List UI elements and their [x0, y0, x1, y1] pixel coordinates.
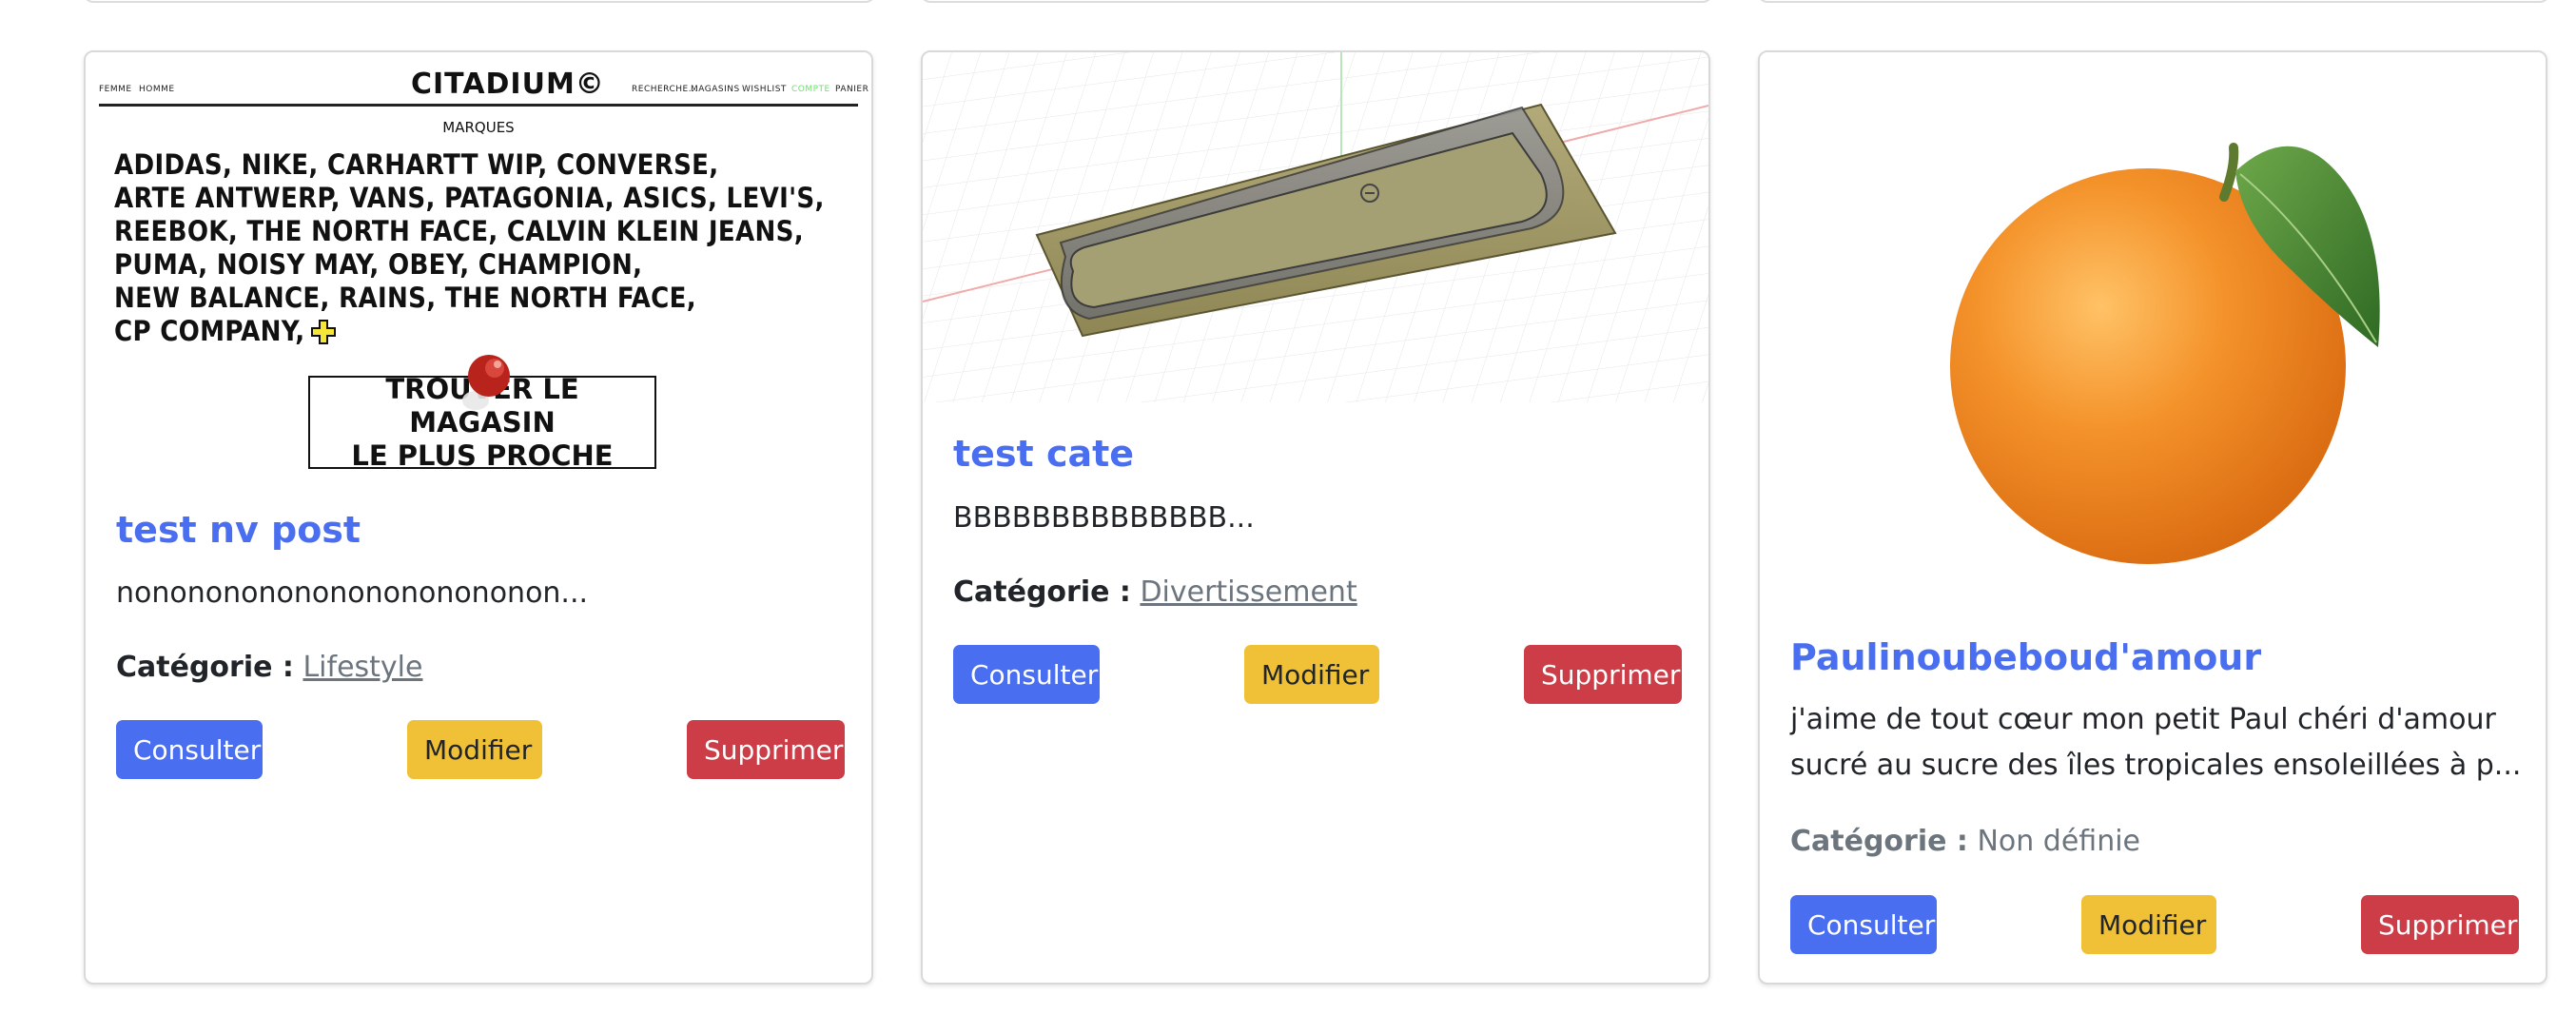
post-image-3 [1760, 52, 2546, 623]
excerpt-line-1: j'aime de tout cœur mon petit Paul chéri… [1790, 703, 2496, 736]
cta-line-2: LE PLUS PROCHE [351, 439, 614, 472]
previous-card-edge-1 [84, 0, 875, 3]
nav-compte: COMPTE [791, 85, 830, 94]
nav-homme: HOMME [139, 85, 175, 94]
modifier-button[interactable]: Modifier [2081, 895, 2216, 954]
post-title[interactable]: test nv post [116, 509, 361, 551]
plus-icon [311, 320, 336, 344]
nav-wishlist: WISHLIST [742, 85, 787, 94]
post-category: Catégorie : Lifestyle [116, 651, 422, 684]
post-excerpt: BBBBBBBBBBBBBB... [953, 501, 1255, 535]
post-card-2: test cate BBBBBBBBBBBBBB... Catégorie : … [921, 50, 1710, 985]
brand-line-1: ADIDAS, NIKE, CARHARTT WIP, CONVERSE, [114, 148, 719, 181]
category-link[interactable]: Lifestyle [302, 651, 422, 684]
consulter-button[interactable]: Consulter [116, 720, 263, 779]
supprimer-button[interactable]: Supprimer [2361, 895, 2519, 954]
3d-model-render [923, 52, 1708, 402]
post-image-2 [923, 52, 1708, 402]
excerpt-line-2: sucré au sucre des îles tropicales ensol… [1790, 749, 2522, 782]
brand-line-4: PUMA, NOISY MAY, OBEY, CHAMPION, [114, 248, 643, 281]
post-excerpt: nonononononononononononon... [116, 576, 589, 610]
nav-recherche: RECHERCHE... [632, 85, 698, 94]
modifier-button[interactable]: Modifier [407, 720, 542, 779]
post-category: Catégorie : Non définie [1790, 825, 2140, 858]
post-title[interactable]: Paulinoubeboud'amour [1790, 636, 2261, 678]
citadium-logo: CITADIUM© [411, 68, 605, 101]
category-label: Catégorie : [116, 651, 294, 684]
post-excerpt: j'aime de tout cœur mon petit Paul chéri… [1790, 697, 2521, 789]
nav-femme: FEMME [99, 85, 132, 94]
orange-photo [1950, 143, 2380, 564]
category-link[interactable]: Divertissement [1140, 575, 1356, 609]
brand-line-2: ARTE ANTWERP, VANS, PATAGONIA, ASICS, LE… [114, 182, 825, 214]
supprimer-button[interactable]: Supprimer [687, 720, 845, 779]
brand-line-5: NEW BALANCE, RAINS, THE NORTH FACE, [114, 282, 696, 314]
marques-heading: MARQUES [442, 119, 515, 136]
post-card-3: Paulinoubeboud'amour j'aime de tout cœur… [1758, 50, 2547, 985]
post-category: Catégorie : Divertissement [953, 575, 1357, 609]
consulter-button[interactable]: Consulter [1790, 895, 1937, 954]
previous-card-edge-2 [921, 0, 1712, 3]
post-image-1: FEMME HOMME CITADIUM© RECHERCHE... MAGAS… [86, 52, 871, 490]
post-title[interactable]: test cate [953, 433, 1134, 475]
supprimer-button[interactable]: Supprimer [1524, 645, 1682, 704]
nav-panier: PANIER [835, 85, 869, 94]
previous-card-edge-3 [1758, 0, 2549, 3]
brand-line-3: REEBOK, THE NORTH FACE, CALVIN KLEIN JEA… [114, 215, 804, 247]
category-label: Catégorie : [953, 575, 1131, 609]
category-label: Catégorie : [1790, 825, 1968, 858]
brand-line-6: CP COMPANY, [114, 315, 305, 347]
pushpin-icon [462, 355, 510, 410]
consulter-button[interactable]: Consulter [953, 645, 1100, 704]
category-value: Non définie [1977, 825, 2141, 858]
site-navbar: FEMME HOMME CITADIUM© RECHERCHE... MAGAS… [99, 62, 868, 107]
post-card-1: FEMME HOMME CITADIUM© RECHERCHE... MAGAS… [84, 50, 873, 985]
nav-magasins: MAGASINS [691, 85, 740, 94]
modifier-button[interactable]: Modifier [1244, 645, 1379, 704]
